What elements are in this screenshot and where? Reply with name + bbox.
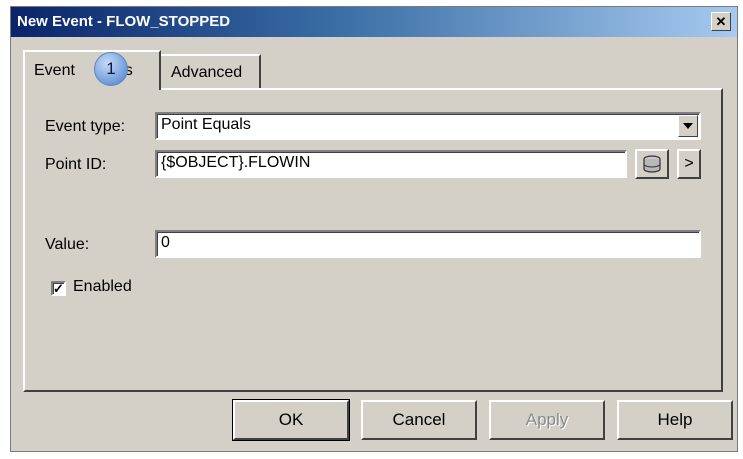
ok-button[interactable]: OK (232, 399, 350, 441)
event-type-label: Event type: (45, 118, 126, 135)
enabled-checkbox[interactable]: ✓ (51, 281, 66, 296)
callout-badge: 1 (94, 52, 128, 86)
event-type-select[interactable]: Point Equals (155, 112, 701, 140)
database-icon (643, 155, 661, 173)
value-input[interactable]: 0 (155, 230, 701, 258)
point-id-value: {$OBJECT}.FLOWIN (161, 154, 311, 171)
chevron-down-icon[interactable] (678, 115, 698, 137)
chevron-right-icon: > (684, 155, 694, 172)
title-bar[interactable]: New Event - FLOW_STOPPED ✕ (11, 7, 737, 37)
new-event-dialog: New Event - FLOW_STOPPED ✕ Eventtions 1 … (10, 6, 738, 452)
close-icon: ✕ (715, 14, 727, 29)
cancel-button[interactable]: Cancel (361, 400, 477, 440)
point-id-input[interactable]: {$OBJECT}.FLOWIN (155, 150, 627, 178)
tab-event-label: Event (34, 62, 75, 79)
apply-label: Apply (525, 410, 569, 429)
point-browse-button[interactable] (635, 149, 669, 179)
point-next-button[interactable]: > (677, 149, 701, 179)
value-text: 0 (161, 234, 170, 251)
check-icon: ✓ (53, 281, 64, 296)
help-label: Help (657, 410, 693, 429)
cancel-label: Cancel (392, 410, 446, 429)
point-id-label: Point ID: (45, 156, 107, 173)
value-label: Value: (45, 236, 90, 253)
apply-button[interactable]: Apply (489, 400, 605, 440)
tab-event[interactable]: Eventtions (23, 50, 161, 90)
help-button[interactable]: Help (617, 400, 733, 440)
window-title: New Event - FLOW_STOPPED (17, 13, 231, 30)
close-button[interactable]: ✕ (711, 12, 731, 31)
enabled-label: Enabled (73, 278, 132, 295)
event-type-value: Point Equals (161, 116, 251, 133)
ok-label: OK (278, 410, 304, 429)
tab-advanced-label: Advanced (171, 64, 243, 81)
tab-advanced[interactable]: Advanced (161, 54, 261, 90)
event-tab-panel: Event type: Point Equals Point ID: {$OBJ… (23, 88, 723, 392)
